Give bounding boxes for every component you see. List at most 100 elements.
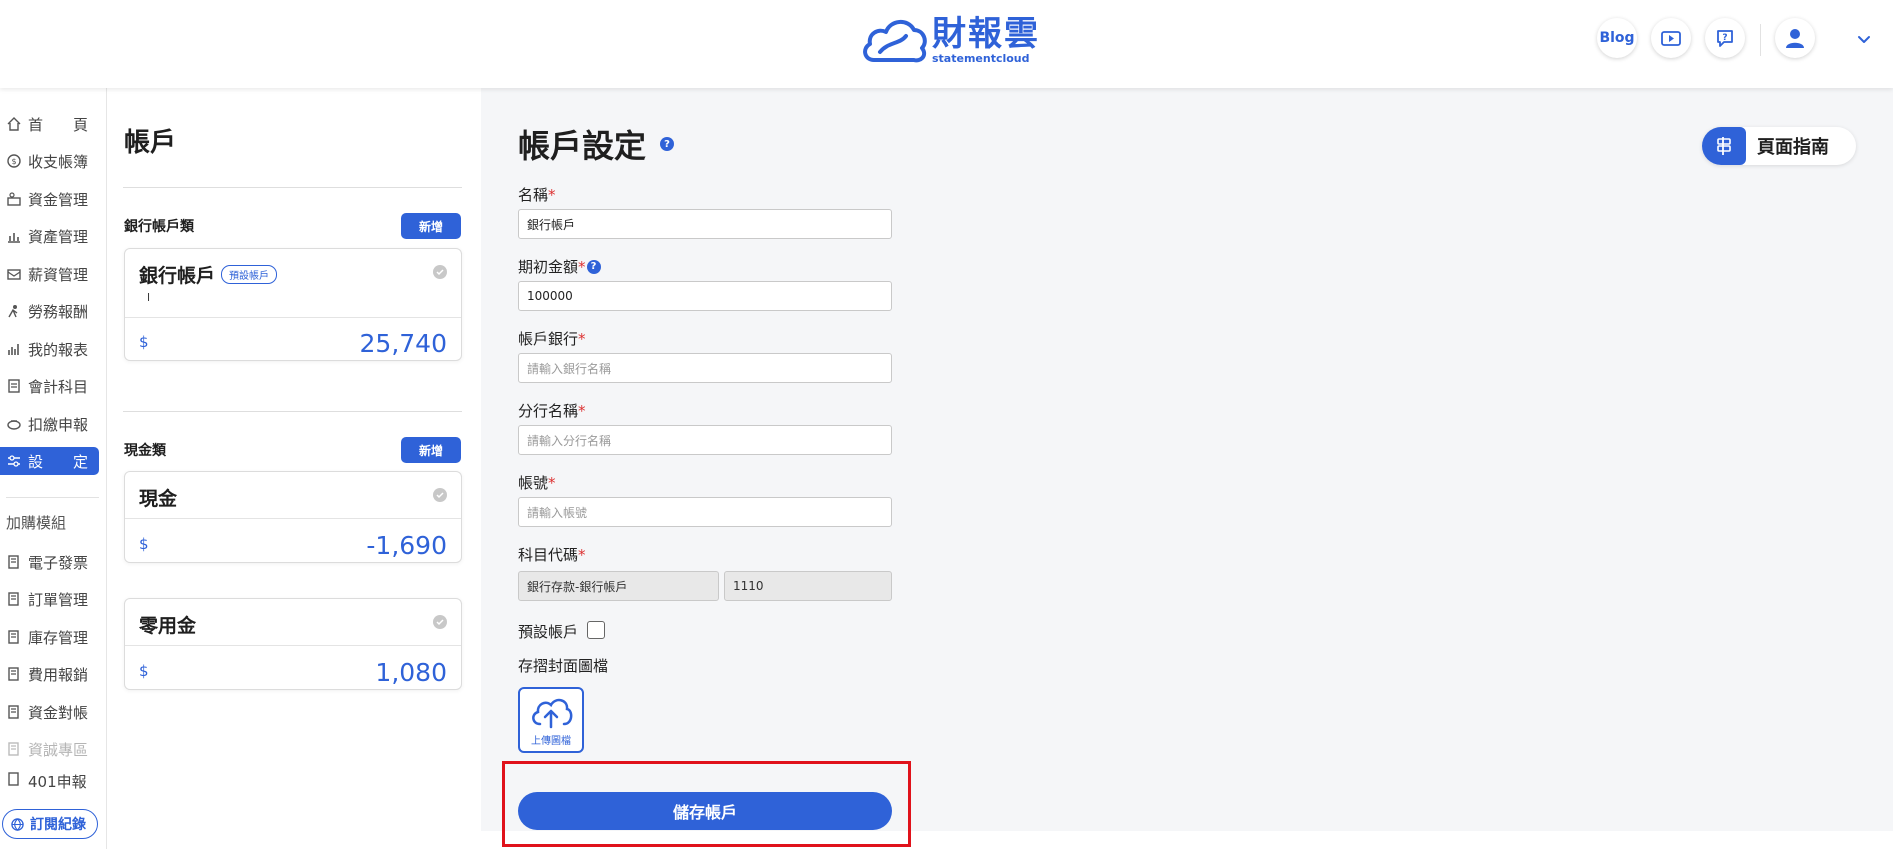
account-balance: -1,690 — [366, 531, 447, 560]
branch-name-input[interactable]: 請輸入分行名稱 — [518, 425, 892, 455]
currency-symbol: $ — [139, 333, 149, 351]
sidebar-item-accounts[interactable]: 會計科目 — [0, 372, 99, 400]
sidebar-item-ledger[interactable]: $ 收支帳簿 — [0, 147, 99, 175]
account-balance: 25,740 — [359, 329, 447, 358]
sidebar-item-funds[interactable]: 資金管理 — [0, 185, 99, 213]
sidebar-item-label: 資誠專區 — [28, 740, 89, 759]
account-number-input[interactable]: 請輸入帳號 — [518, 497, 892, 527]
account-settings-form: 帳戶設定 ? 頁面指南 名稱 * 銀行帳戶 期初金額 * ? 100000 帳戶銀行… — [481, 88, 1893, 831]
account-code-label: 科目代碼 * — [518, 544, 586, 565]
subscription-button[interactable]: 訂閱紀錄 — [2, 809, 98, 839]
add-bank-account-button[interactable]: 新增 — [401, 213, 461, 239]
svg-text:?: ? — [1722, 33, 1727, 43]
bank-name-input[interactable]: 請輸入銀行名稱 — [518, 353, 892, 383]
chevron-down-icon[interactable] — [1856, 32, 1872, 48]
currency-symbol: $ — [139, 662, 149, 680]
required-mark: * — [548, 185, 556, 204]
check-circle-icon — [433, 488, 447, 502]
account-number-label-text: 帳號 — [518, 474, 549, 492]
bank-category-title: 銀行帳戶類 — [124, 219, 194, 235]
cover-image-label: 存摺封面圖檔 — [518, 657, 609, 675]
sidebar-item-label: 訂單管理 — [28, 590, 89, 609]
module-icon — [6, 554, 22, 570]
card-divider — [125, 317, 461, 318]
module-icon — [6, 704, 22, 720]
asset-icon — [6, 228, 22, 244]
default-account-checkbox[interactable] — [587, 621, 605, 639]
account-number-label: 帳號 * — [518, 472, 556, 493]
bank-account-card[interactable]: 銀行帳戶 預設帳戶 l $ 25,740 — [124, 248, 462, 361]
sidebar-item-withholding[interactable]: 扣繳申報 — [0, 410, 99, 438]
ledger-icon — [6, 378, 22, 394]
bank-label: 帳戶銀行 * — [518, 328, 586, 349]
svg-text:$: $ — [11, 157, 16, 166]
question-chat-icon: ? — [1717, 30, 1733, 47]
upload-image-button[interactable]: 上傳圖檔 — [518, 687, 584, 753]
module-icon — [6, 741, 22, 757]
account-name: 現金 — [139, 488, 178, 510]
upload-label: 上傳圖檔 — [531, 735, 571, 747]
check-circle-icon — [433, 615, 447, 629]
required-mark: * — [578, 257, 586, 276]
page-guide-button[interactable]: 頁面指南 — [1702, 127, 1856, 165]
opening-balance-label-text: 期初金額 — [518, 258, 579, 276]
blog-button[interactable]: Blog — [1597, 18, 1637, 58]
sidebar-item-reports[interactable]: 我的報表 — [0, 335, 99, 363]
signpost-icon — [1702, 127, 1746, 165]
home-icon — [6, 116, 22, 132]
sidebar-item-label: 薪資管理 — [28, 265, 89, 284]
top-header: 財報雲 statementcloud Blog ? — [0, 0, 1893, 88]
header-divider — [1760, 24, 1761, 56]
highlight-box — [502, 761, 911, 847]
sidebar-item-home[interactable]: 首 頁 — [0, 110, 99, 138]
name-input[interactable]: 銀行帳戶 — [518, 209, 892, 239]
help-icon[interactable]: ? — [586, 259, 601, 274]
salary-icon — [6, 266, 22, 282]
card-divider — [125, 518, 461, 519]
account-code-label-text: 科目代碼 — [518, 546, 579, 564]
required-mark: * — [578, 401, 586, 420]
sidebar-addon-reconcile[interactable]: 資金對帳 — [0, 698, 99, 726]
sidebar-item-label: 我的報表 — [28, 340, 89, 359]
sidebar-item-assets[interactable]: 資產管理 — [0, 222, 99, 250]
sidebar-item-label: 401申報 — [28, 773, 87, 789]
opening-balance-label: 期初金額 * ? — [518, 256, 601, 277]
opening-balance-input[interactable]: 100000 — [518, 281, 892, 311]
module-icon — [6, 591, 22, 607]
app-logo[interactable]: 財報雲 statementcloud — [860, 14, 1040, 66]
petty-cash-card[interactable]: 零用金 $ 1,080 — [124, 598, 462, 690]
module-icon — [6, 771, 22, 787]
cloud-logo-icon — [863, 20, 927, 63]
sidebar-item-labor[interactable]: 勞務報酬 — [0, 297, 99, 325]
help-chat-button[interactable]: ? — [1705, 18, 1745, 58]
sidebar-addon-expenses[interactable]: 費用報銷 — [0, 660, 99, 688]
tutorial-button[interactable] — [1651, 18, 1691, 58]
sidebar-addon-401[interactable]: 401申報 — [0, 771, 99, 789]
add-cash-account-button[interactable]: 新增 — [401, 437, 461, 463]
cash-account-card[interactable]: 現金 $ -1,690 — [124, 471, 462, 563]
fund-icon — [6, 191, 22, 207]
logo-text-en: statementcloud — [932, 52, 1030, 65]
sidebar-item-salary[interactable]: 薪資管理 — [0, 260, 99, 288]
user-avatar[interactable] — [1775, 18, 1815, 58]
sidebar-addon-einvoice[interactable]: 電子發票 — [0, 548, 99, 576]
module-icon — [6, 666, 22, 682]
help-icon[interactable]: ? — [660, 137, 675, 151]
sidebar-item-settings[interactable]: 設 定 — [0, 447, 99, 475]
sidebar-addon-inventory[interactable]: 庫存管理 — [0, 623, 99, 651]
required-mark: * — [578, 545, 586, 564]
tax-icon — [6, 416, 22, 432]
account-name-row: 銀行帳戶 預設帳戶 — [139, 261, 278, 288]
panel-divider — [123, 187, 462, 188]
panel-title: 帳戶 — [124, 128, 177, 158]
account-name-row: 零用金 — [139, 611, 196, 638]
sidebar-divider — [6, 497, 99, 498]
name-label-text: 名稱 — [518, 186, 549, 204]
sidebar-nav: 首 頁 $ 收支帳簿 資金管理 資產管理 薪資管理 勞務報酬 我的報表 會計科目… — [0, 88, 107, 849]
sidebar-item-label: 資產管理 — [28, 227, 89, 246]
bank-label-text: 帳戶銀行 — [518, 330, 579, 348]
form-title-text: 帳戶設定 — [518, 127, 647, 165]
sidebar-addon-pwc[interactable]: 資誠專區 — [0, 735, 99, 763]
sidebar-addon-orders[interactable]: 訂單管理 — [0, 585, 99, 613]
module-icon — [6, 629, 22, 645]
